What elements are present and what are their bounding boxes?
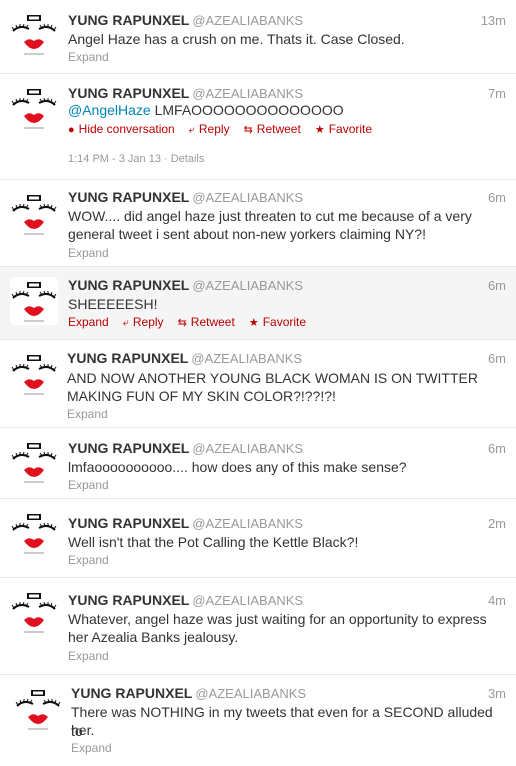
tweet-text: LMFAOOOOOOOOOOOOOO (150, 102, 344, 118)
tweet-timestamp[interactable]: 6m (488, 351, 506, 366)
tweet[interactable]: YUNG RAPUNXEL @AZEALIABANKS 6m WOW.... di… (0, 180, 516, 267)
tweet[interactable]: YUNG RAPUNXEL @AZEALIABANKS 7m @AngelHaze… (0, 74, 516, 180)
tweet-actions: Expand ⤶ Reply ⇆ Retweet ★ Favorite (68, 315, 320, 330)
tweet[interactable]: YUNG RAPUNXEL @AZEALIABANKS 3m There was … (0, 675, 516, 766)
tweet-timestamp[interactable]: 6m (488, 190, 506, 205)
expand-link[interactable]: Expand (68, 50, 109, 64)
tweet-timestamp[interactable]: 13m (481, 13, 506, 28)
expand-link[interactable]: Expand (67, 407, 108, 421)
avatar[interactable] (10, 190, 58, 238)
tweet-author-handle[interactable]: @AZEALIABANKS (192, 593, 303, 608)
expand-link[interactable]: Expand (68, 478, 109, 492)
favorite-label: Favorite (262, 315, 307, 329)
avatar[interactable] (10, 350, 58, 398)
tweet-author-name[interactable]: YUNG RAPUNXEL (68, 12, 189, 28)
tweet-author-handle[interactable]: @AZEALIABANKS (191, 351, 302, 366)
star-icon: ★ (248, 317, 259, 329)
tweet-author-name[interactable]: YUNG RAPUNXEL (68, 85, 189, 101)
tweet-timeline: YUNG RAPUNXEL @AZEALIABANKS 13m Angel Haz… (0, 0, 516, 766)
tweet-author-name[interactable]: YUNG RAPUNXEL (68, 277, 189, 293)
speech-bubble-icon: ● (68, 124, 75, 136)
tweet-author-handle[interactable]: @AZEALIABANKS (192, 190, 303, 205)
tweet-timestamp[interactable]: 2m (488, 516, 506, 531)
expand-link[interactable]: Expand (68, 553, 109, 567)
tweet-author-handle[interactable]: @AZEALIABANKS (192, 86, 303, 101)
favorite-label: Favorite (328, 122, 373, 136)
mention-link[interactable]: @AngelHaze (68, 102, 151, 118)
tweet-text-line: Whatever, angel haze was just waiting fo… (68, 611, 487, 627)
tweet-timestamp-details[interactable]: 1:14 PM - 3 Jan 13 · Details (68, 153, 204, 165)
star-icon: ★ (314, 124, 325, 136)
tweet-text-line: @AngelHaze LMFAOOOOOOOOOOOOOO (68, 101, 504, 120)
avatar[interactable] (10, 509, 58, 557)
tweet-text-line: WOW.... did angel haze just threaten to … (68, 208, 472, 224)
tweet-author-handle[interactable]: @AZEALIABANKS (192, 516, 303, 531)
expand-link[interactable]: Expand (68, 315, 109, 329)
retweet-label: Retweet (190, 315, 235, 329)
tweet-text-line: general tweet i sent about non-new yorke… (68, 226, 426, 242)
tweet-text-line: Well isn't that the Pot Calling the Kett… (68, 534, 359, 550)
retweet-icon: ⇆ (177, 317, 187, 329)
tweet-author-handle[interactable]: @AZEALIABANKS (192, 441, 303, 456)
tweet-text-line: her. (71, 722, 95, 738)
tweet-author-name[interactable]: YUNG RAPUNXEL (68, 515, 189, 531)
retweet-icon: ⇆ (243, 124, 253, 136)
tweet[interactable]: YUNG RAPUNXEL @AZEALIABANKS 6m SHEEEEESH!… (0, 267, 516, 340)
avatar[interactable] (10, 10, 58, 58)
tweet-text-line: AND NOW ANOTHER YOUNG BLACK WOMAN IS ON … (67, 370, 478, 386)
tweet-author-name[interactable]: YUNG RAPUNXEL (67, 350, 188, 366)
avatar[interactable] (10, 438, 58, 486)
tweet[interactable]: YUNG RAPUNXEL @AZEALIABANKS 6m AND NOW AN… (0, 340, 516, 428)
expand-link[interactable]: Expand (68, 246, 109, 260)
tweet-timestamp[interactable]: 4m (488, 593, 506, 608)
favorite-button[interactable]: ★ Favorite (315, 122, 372, 136)
retweet-label: Retweet (256, 122, 301, 136)
tweet-actions: ● Hide conversation ⤶ Reply ⇆ Retweet ★ Favorit… (68, 122, 386, 137)
expand-link[interactable]: Expand (71, 741, 112, 755)
avatar[interactable] (10, 84, 58, 132)
tweet[interactable]: YUNG RAPUNXEL @AZEALIABANKS 6m lmfaoooooo… (0, 428, 516, 499)
tweet-text-line: her Azealia Banks jealousy. (68, 629, 239, 645)
tweet-author-handle[interactable]: @AZEALIABANKS (195, 686, 306, 701)
hide-conversation-button[interactable]: ● Hide conversation (68, 122, 175, 136)
tweet-timestamp[interactable]: 7m (488, 86, 506, 101)
tweet-author-name[interactable]: YUNG RAPUNXEL (68, 440, 189, 456)
tweet-author-name[interactable]: YUNG RAPUNXEL (68, 592, 189, 608)
retweet-button[interactable]: ⇆ Retweet (244, 122, 301, 136)
reply-label: Reply (132, 315, 164, 329)
tweet-author-name[interactable]: YUNG RAPUNXEL (68, 189, 189, 205)
avatar[interactable] (10, 277, 58, 325)
hide-conversation-label: Hide conversation (78, 122, 175, 136)
tweet-text-line: MAKING FUN OF MY SKIN COLOR?!??!?! (67, 388, 336, 404)
tweet-text-line: lmfaoooooooooo.... how does any of this … (68, 459, 407, 475)
favorite-button[interactable]: ★ Favorite (249, 315, 306, 329)
avatar[interactable] (14, 685, 62, 733)
reply-arrow-icon: ⤶ (188, 124, 195, 136)
tweet-author-name[interactable]: YUNG RAPUNXEL (71, 685, 192, 701)
reply-arrow-icon: ⤶ (122, 317, 129, 329)
tweet[interactable]: YUNG RAPUNXEL @AZEALIABANKS 2m Well isn't… (0, 499, 516, 578)
tweet[interactable]: YUNG RAPUNXEL @AZEALIABANKS 4m Whatever, … (0, 578, 516, 675)
tweet-author-handle[interactable]: @AZEALIABANKS (192, 278, 303, 293)
reply-label: Reply (198, 122, 230, 136)
tweet-author-handle[interactable]: @AZEALIABANKS (192, 13, 303, 28)
reply-button[interactable]: ⤶ Reply (123, 315, 164, 330)
tweet-text-line: SHEEEEESH! (68, 296, 158, 312)
tweet-timestamp[interactable]: 6m (488, 278, 506, 293)
tweet-timestamp[interactable]: 3m (488, 686, 506, 701)
expand-link[interactable]: Expand (68, 649, 109, 663)
avatar[interactable] (10, 588, 58, 636)
tweet-text-line: Angel Haze has a crush on me. Thats it. … (68, 31, 405, 47)
retweet-button[interactable]: ⇆ Retweet (178, 315, 235, 329)
tweet-timestamp[interactable]: 6m (488, 441, 506, 456)
tweet[interactable]: YUNG RAPUNXEL @AZEALIABANKS 13m Angel Haz… (0, 0, 516, 74)
reply-button[interactable]: ⤶ Reply (189, 122, 230, 137)
